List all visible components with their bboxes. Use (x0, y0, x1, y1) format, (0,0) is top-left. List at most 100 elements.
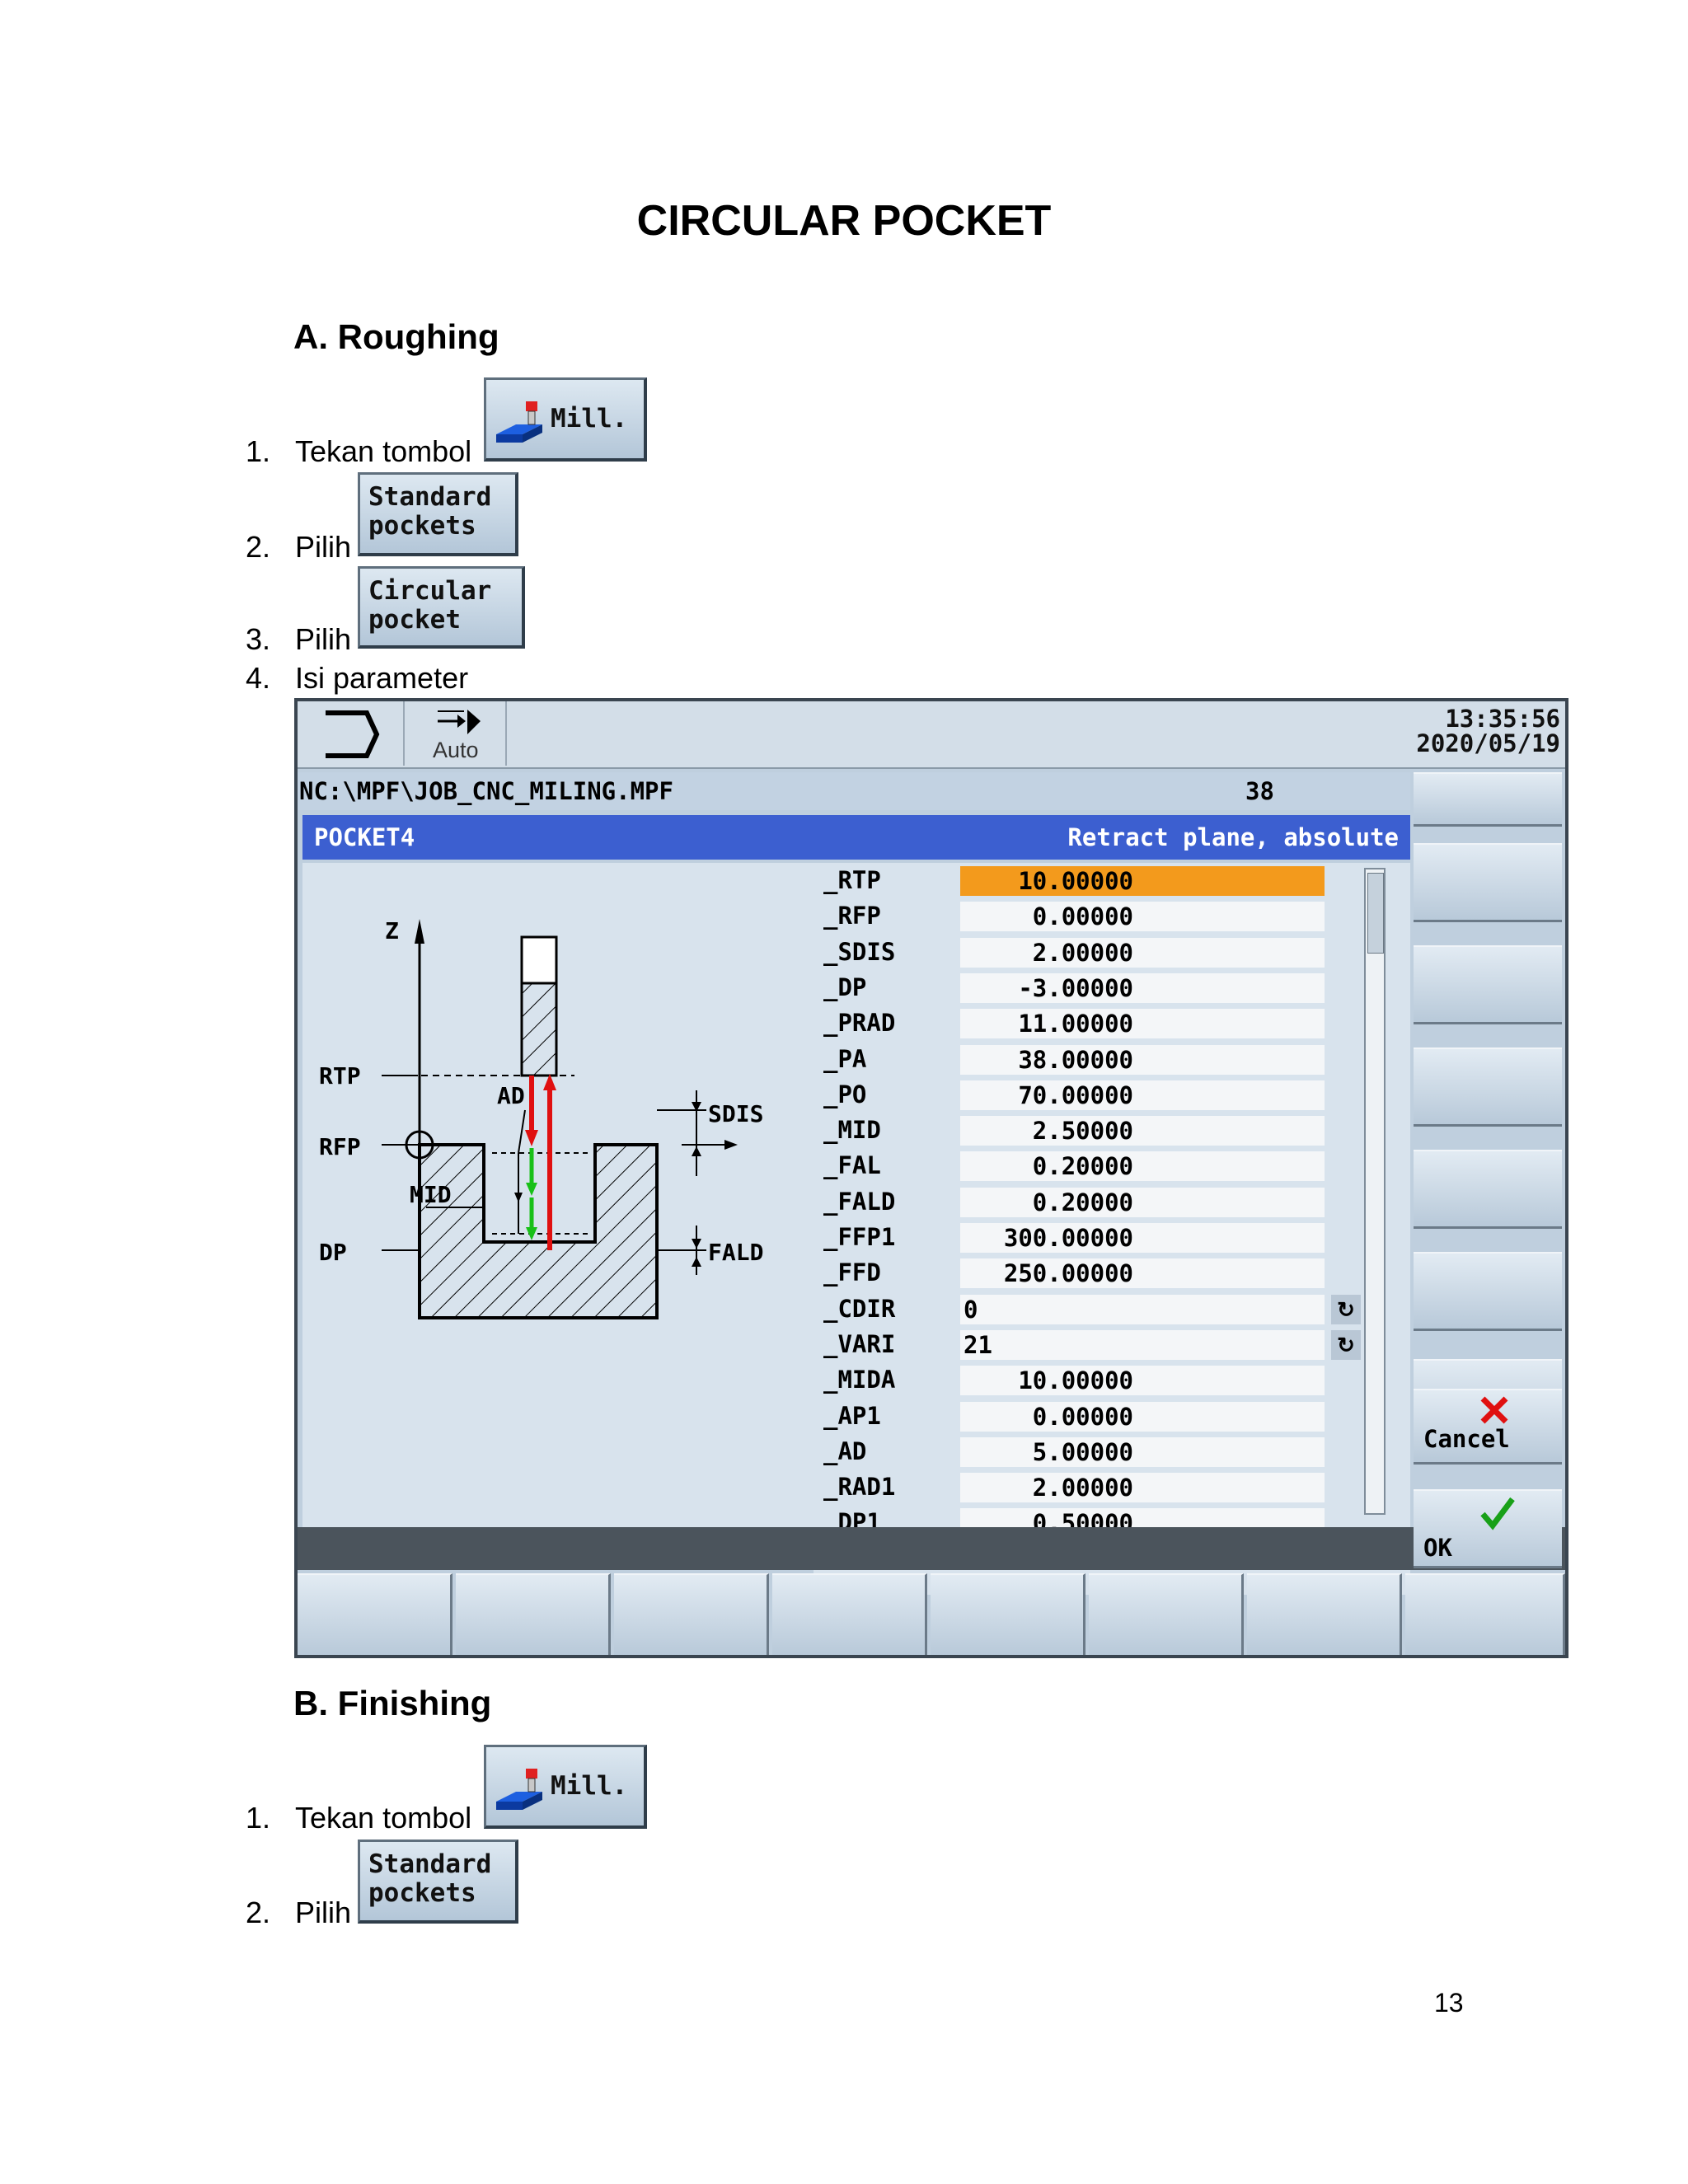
standard-pockets-button-finishing[interactable]: Standard pockets (358, 1840, 518, 1924)
step-number: 1. (246, 434, 271, 468)
parameter-value-field[interactable]: 21 (960, 1329, 1325, 1360)
parameter-value: 70.00000 (1018, 1080, 1133, 1109)
mode-auto[interactable]: Auto (403, 701, 507, 766)
parameter-value-field[interactable]: 10.00000 (960, 866, 1325, 896)
parameter-value: 10.00000 (1018, 1366, 1133, 1395)
parameter-value-field[interactable]: 5.00000 (960, 1436, 1325, 1467)
rtp-label: RTP (319, 1062, 361, 1090)
ok-label: OK (1423, 1534, 1452, 1562)
parameter-value-field[interactable]: -3.00000 (960, 972, 1325, 1003)
status-bar (298, 1527, 1565, 1570)
softkey-v5[interactable] (1414, 1150, 1562, 1229)
softkey-h5[interactable] (931, 1573, 1085, 1655)
mill-button[interactable]: Mill. (484, 377, 647, 462)
step-text: Tekan tombol (295, 1801, 472, 1835)
mill-button-label: Mill. (551, 1771, 628, 1801)
parameter-row: _AD 5.00000 (814, 1434, 1410, 1469)
softkey-h8[interactable] (1405, 1573, 1565, 1655)
softkey-h6[interactable] (1089, 1573, 1244, 1655)
parameter-row: _PO 70.00000 (814, 1077, 1410, 1113)
softkey-h3[interactable] (614, 1573, 769, 1655)
softkey-v1[interactable] (1414, 772, 1562, 827)
parameter-row: _AP1 0.00000 (814, 1399, 1410, 1434)
cancel-softkey[interactable]: Cancel (1414, 1389, 1562, 1465)
page-title: CIRCULAR POCKET (636, 197, 1052, 245)
parameter-value: 0.20000 (1032, 1188, 1133, 1216)
scrollbar-thumb[interactable] (1367, 873, 1384, 954)
parameter-name: _DP (823, 972, 867, 1001)
ad-label: AD (497, 1082, 525, 1109)
parameter-value-field[interactable]: 0.20000 (960, 1187, 1325, 1217)
circular-pocket-button[interactable]: Circular pocket (358, 566, 525, 649)
parameter-value-field[interactable]: 38.00000 (960, 1044, 1325, 1075)
parameter-value: 2.00000 (1032, 938, 1133, 967)
mill-button-finishing[interactable]: Mill. (484, 1745, 647, 1829)
parameter-value: 11.00000 (1018, 1010, 1133, 1038)
parameter-row: _SDIS 2.00000 (814, 935, 1410, 970)
step-number: 4. (246, 661, 271, 695)
softkey-h2[interactable] (456, 1573, 611, 1655)
parameter-value: 0.20000 (1032, 1152, 1133, 1181)
parameter-value: 2.50000 (1032, 1117, 1133, 1146)
softkey-v2[interactable] (1414, 843, 1562, 922)
softkey-h4[interactable] (772, 1573, 927, 1655)
fald-label: FALD (708, 1239, 763, 1266)
parameter-row: _FALD 0.20000 (814, 1184, 1410, 1220)
parameter-value-field[interactable]: 2.50000 (960, 1116, 1325, 1146)
step-b1: 1. Tekan tombol (246, 1801, 471, 1835)
softkey-v6[interactable] (1414, 1252, 1562, 1331)
parameter-value: -3.00000 (1018, 973, 1133, 1002)
operating-area-button[interactable] (298, 701, 405, 766)
parameter-value-field[interactable]: 0.00000 (960, 1401, 1325, 1432)
parameter-row: _RAD1 2.00000 (814, 1469, 1410, 1505)
parameter-name: _FAL (823, 1151, 881, 1180)
parameter-row: _RTP 10.00000 (814, 863, 1410, 898)
sdis-label: SDIS (708, 1100, 763, 1127)
toggle-icon[interactable]: ↻ (1331, 1294, 1361, 1324)
parameter-scrollbar[interactable] (1364, 868, 1386, 1515)
softkey-v4[interactable] (1414, 1047, 1562, 1127)
softkey-h1[interactable] (298, 1573, 452, 1655)
softkey-h7[interactable] (1247, 1573, 1402, 1655)
step-text: Tekan tombol (295, 434, 472, 468)
mill-button-label: Mill. (551, 404, 628, 434)
mill-icon (496, 401, 542, 443)
parameter-row: _PRAD 11.00000 (814, 1005, 1410, 1041)
cycle-name: POCKET4 (314, 823, 415, 851)
step-number: 1. (246, 1801, 271, 1835)
parameter-value-field[interactable]: 0.20000 (960, 1151, 1325, 1182)
section-finishing-heading: B. Finishing (293, 1684, 492, 1722)
step-number: 2. (246, 530, 271, 564)
parameter-value-field[interactable]: 10.00000 (960, 1366, 1325, 1396)
parameter-value: 0.00000 (1032, 1402, 1133, 1431)
parameter-row: _FFP1 300.00000 (814, 1220, 1410, 1255)
page-number: 13 (1434, 1988, 1464, 2018)
parameter-row: _MID 2.50000 (814, 1113, 1410, 1148)
parameter-value-field[interactable]: 250.00000 (960, 1258, 1325, 1289)
parameter-value-field[interactable]: 0 (960, 1294, 1325, 1324)
parameter-value-field[interactable]: 2.00000 (960, 1473, 1325, 1503)
ok-softkey[interactable]: OK (1414, 1489, 1562, 1568)
parameter-value-field[interactable]: 300.00000 (960, 1223, 1325, 1253)
step-a3: 3. Pilih (246, 622, 351, 657)
parameter-row: _DP -3.00000 (814, 970, 1410, 1005)
parameter-value-field[interactable]: 2.00000 (960, 937, 1325, 968)
parameter-name: _VARI (823, 1329, 896, 1358)
parameter-name: _PO (823, 1080, 867, 1108)
parameter-value-field[interactable]: 70.00000 (960, 1080, 1325, 1110)
mid-label: MID (410, 1181, 452, 1208)
circular-pocket-label: Circular pocket (368, 576, 492, 635)
cycle-workspace: Z RTP RFP DP MID AD SDIS FALD _DP1 0.500… (302, 863, 1410, 1595)
softkey-v3[interactable] (1414, 945, 1562, 1024)
parameter-value-field[interactable]: 11.00000 (960, 1009, 1325, 1039)
step-text: Pilih (295, 530, 352, 564)
standard-pockets-button[interactable]: Standard pockets (358, 472, 518, 556)
cancel-label: Cancel (1423, 1425, 1510, 1453)
parameter-row: _RFP 0.00000 (814, 898, 1410, 934)
parameter-value-field[interactable]: 0.00000 (960, 902, 1325, 932)
parameter-row: _CDIR 0 ↻ (814, 1291, 1410, 1327)
program-path-bar: NC:\MPF\JOB_CNC_MILING.MPF 38 (298, 772, 1410, 810)
area-switch-icon (326, 710, 380, 758)
toggle-icon[interactable]: ↻ (1331, 1329, 1361, 1360)
parameter-value: 300.00000 (1003, 1224, 1133, 1252)
